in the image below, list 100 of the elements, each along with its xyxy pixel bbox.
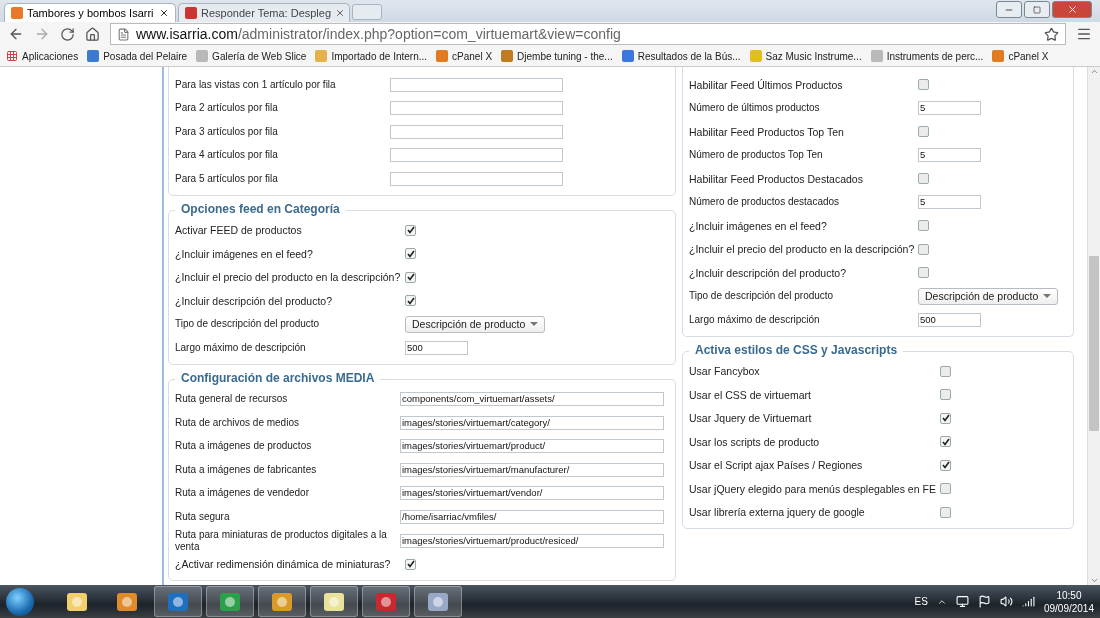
field-label: Ruta a imágenes de productos <box>175 440 313 453</box>
page-icon <box>117 27 130 41</box>
field-label: Número de últimos productos <box>689 102 821 115</box>
dropdown[interactable]: Descripción de producto <box>918 287 1058 305</box>
input-field[interactable] <box>390 171 563 186</box>
bookmark-icon <box>436 50 449 62</box>
volume-icon[interactable] <box>999 595 1013 608</box>
flag-icon[interactable] <box>977 595 991 608</box>
checkbox[interactable] <box>405 295 416 307</box>
scroll-up-icon[interactable] <box>1089 67 1099 76</box>
bookmark[interactable]: Aplicaciones <box>6 50 79 62</box>
input-field[interactable]: components/com_virtuemart/assets/ <box>400 392 664 407</box>
bookmark[interactable]: Djembe tuning - the... <box>501 50 613 62</box>
bookmark[interactable]: Galería de Web Slice <box>196 50 307 62</box>
reload-icon[interactable] <box>60 26 75 42</box>
app-icon <box>270 590 294 613</box>
input-field[interactable]: images/stories/virtuemart/product/ <box>400 439 664 454</box>
taskbar-app[interactable] <box>414 586 462 617</box>
language-indicator[interactable]: ES <box>914 596 928 607</box>
bookmark-icon <box>87 50 100 62</box>
field-label: Para las vistas con 1 artículo por fila <box>175 78 337 91</box>
address-bar[interactable]: www.isarria.com/administrator/index.php?option=com_virtuemart&view=config <box>110 23 1066 45</box>
field-label: Usar librería externa jquery de google <box>689 506 866 519</box>
checkbox[interactable] <box>405 271 416 283</box>
field-label: ¿Incluir el precio del producto en la descripción? <box>689 243 916 256</box>
bookmark[interactable]: Resultados de la Bús... <box>621 50 741 62</box>
close-icon[interactable] <box>159 8 169 18</box>
bookmark[interactable]: Posada del Pelaire <box>87 50 188 62</box>
input-field[interactable]: /home/isarriac/vmfiles/ <box>400 509 664 524</box>
browser-tab[interactable]: Responder Tema: Despleg <box>178 3 350 22</box>
bookmark-icon <box>501 50 514 62</box>
checkbox[interactable] <box>918 79 929 91</box>
maximize-button[interactable] <box>1024 1 1050 18</box>
field-label: Tipo de descripción del producto <box>689 290 835 303</box>
input-field[interactable]: 5 <box>918 101 981 116</box>
input-field[interactable]: 5 <box>918 148 981 163</box>
app-icon <box>322 590 346 613</box>
checkbox[interactable] <box>405 224 416 236</box>
bookmark[interactable]: Instruments de perc... <box>870 50 984 62</box>
close-icon <box>1066 4 1078 15</box>
bookmark[interactable]: Importado de Intern... <box>315 50 428 62</box>
bookmark[interactable]: cPanel X <box>436 50 493 62</box>
dropdown[interactable]: Descripción de producto <box>405 315 545 333</box>
checkbox[interactable] <box>940 436 951 448</box>
scrollbar[interactable] <box>1087 67 1100 585</box>
field-label: Ruta a imágenes de fabricantes <box>175 463 318 476</box>
bookmark-icon <box>315 50 328 62</box>
checkbox[interactable] <box>940 412 951 424</box>
input-field[interactable]: images/stories/virtuemart/vendor/ <box>400 486 664 501</box>
checkbox[interactable] <box>918 267 929 279</box>
checkbox[interactable] <box>940 389 951 401</box>
checkbox[interactable] <box>918 243 929 255</box>
section-legend: Activa estilos de CSS y Javascripts <box>689 342 904 357</box>
input-field[interactable]: images/stories/virtuemart/product/resiced/ <box>400 533 664 548</box>
field-label: Activar FEED de productos <box>175 224 303 237</box>
browser-tab[interactable]: Tambores y bombos Isarri <box>4 3 176 22</box>
input-field[interactable]: images/stories/virtuemart/manufacturer/ <box>400 462 664 477</box>
checkbox[interactable] <box>918 126 929 138</box>
app-icon <box>65 590 89 613</box>
bookmark[interactable]: Saz Music Instrume... <box>749 50 862 62</box>
apps-grid-icon <box>6 50 18 62</box>
input-field[interactable] <box>390 101 563 116</box>
input-field[interactable]: 500 <box>405 340 468 355</box>
input-field[interactable]: images/stories/virtuemart/category/ <box>400 415 664 430</box>
checkbox[interactable] <box>918 220 929 232</box>
minimize-button[interactable] <box>996 1 1022 18</box>
app-icon <box>166 590 190 613</box>
field-label: Largo máximo de descripción <box>175 341 307 354</box>
menu-icon[interactable] <box>1076 26 1092 42</box>
input-field[interactable]: 500 <box>918 312 981 327</box>
clock[interactable]: 10:50 09/09/2014 <box>1043 588 1094 615</box>
checkbox[interactable] <box>940 459 951 471</box>
input-field[interactable] <box>390 124 563 139</box>
input-field[interactable]: 5 <box>918 195 981 210</box>
signal-icon[interactable] <box>1021 595 1035 608</box>
field-label: Usar el Script ajax Países / Regiones <box>689 459 864 472</box>
field-label: Ruta segura <box>175 510 231 523</box>
checkbox[interactable] <box>405 248 416 260</box>
monitor-icon[interactable] <box>955 595 969 608</box>
checkbox[interactable] <box>405 558 416 570</box>
checkbox[interactable] <box>918 173 929 185</box>
field-label: Número de productos destacados <box>689 196 841 209</box>
field-label: ¿Incluir descripción del producto? <box>689 266 847 279</box>
favicon-icon <box>11 7 23 19</box>
checkbox[interactable] <box>940 365 951 377</box>
section-legend: Configuración de archivos MEDIA <box>175 370 381 385</box>
input-field[interactable] <box>390 148 563 163</box>
back-icon[interactable] <box>8 26 24 42</box>
taskbar-app[interactable] <box>310 586 358 617</box>
taskbar-app[interactable] <box>258 586 306 617</box>
scroll-down-icon[interactable] <box>1089 576 1099 585</box>
star-icon[interactable] <box>1044 26 1059 42</box>
checkbox[interactable] <box>940 506 951 518</box>
field-label: ¿Incluir el precio del producto en la descripción? <box>175 271 402 284</box>
bookmark-icon <box>196 50 209 62</box>
start-button[interactable] <box>6 587 34 616</box>
input-field[interactable] <box>390 77 563 92</box>
checkbox[interactable] <box>940 483 951 495</box>
home-icon[interactable] <box>85 26 100 42</box>
bookmark[interactable]: cPanel X <box>992 50 1049 62</box>
